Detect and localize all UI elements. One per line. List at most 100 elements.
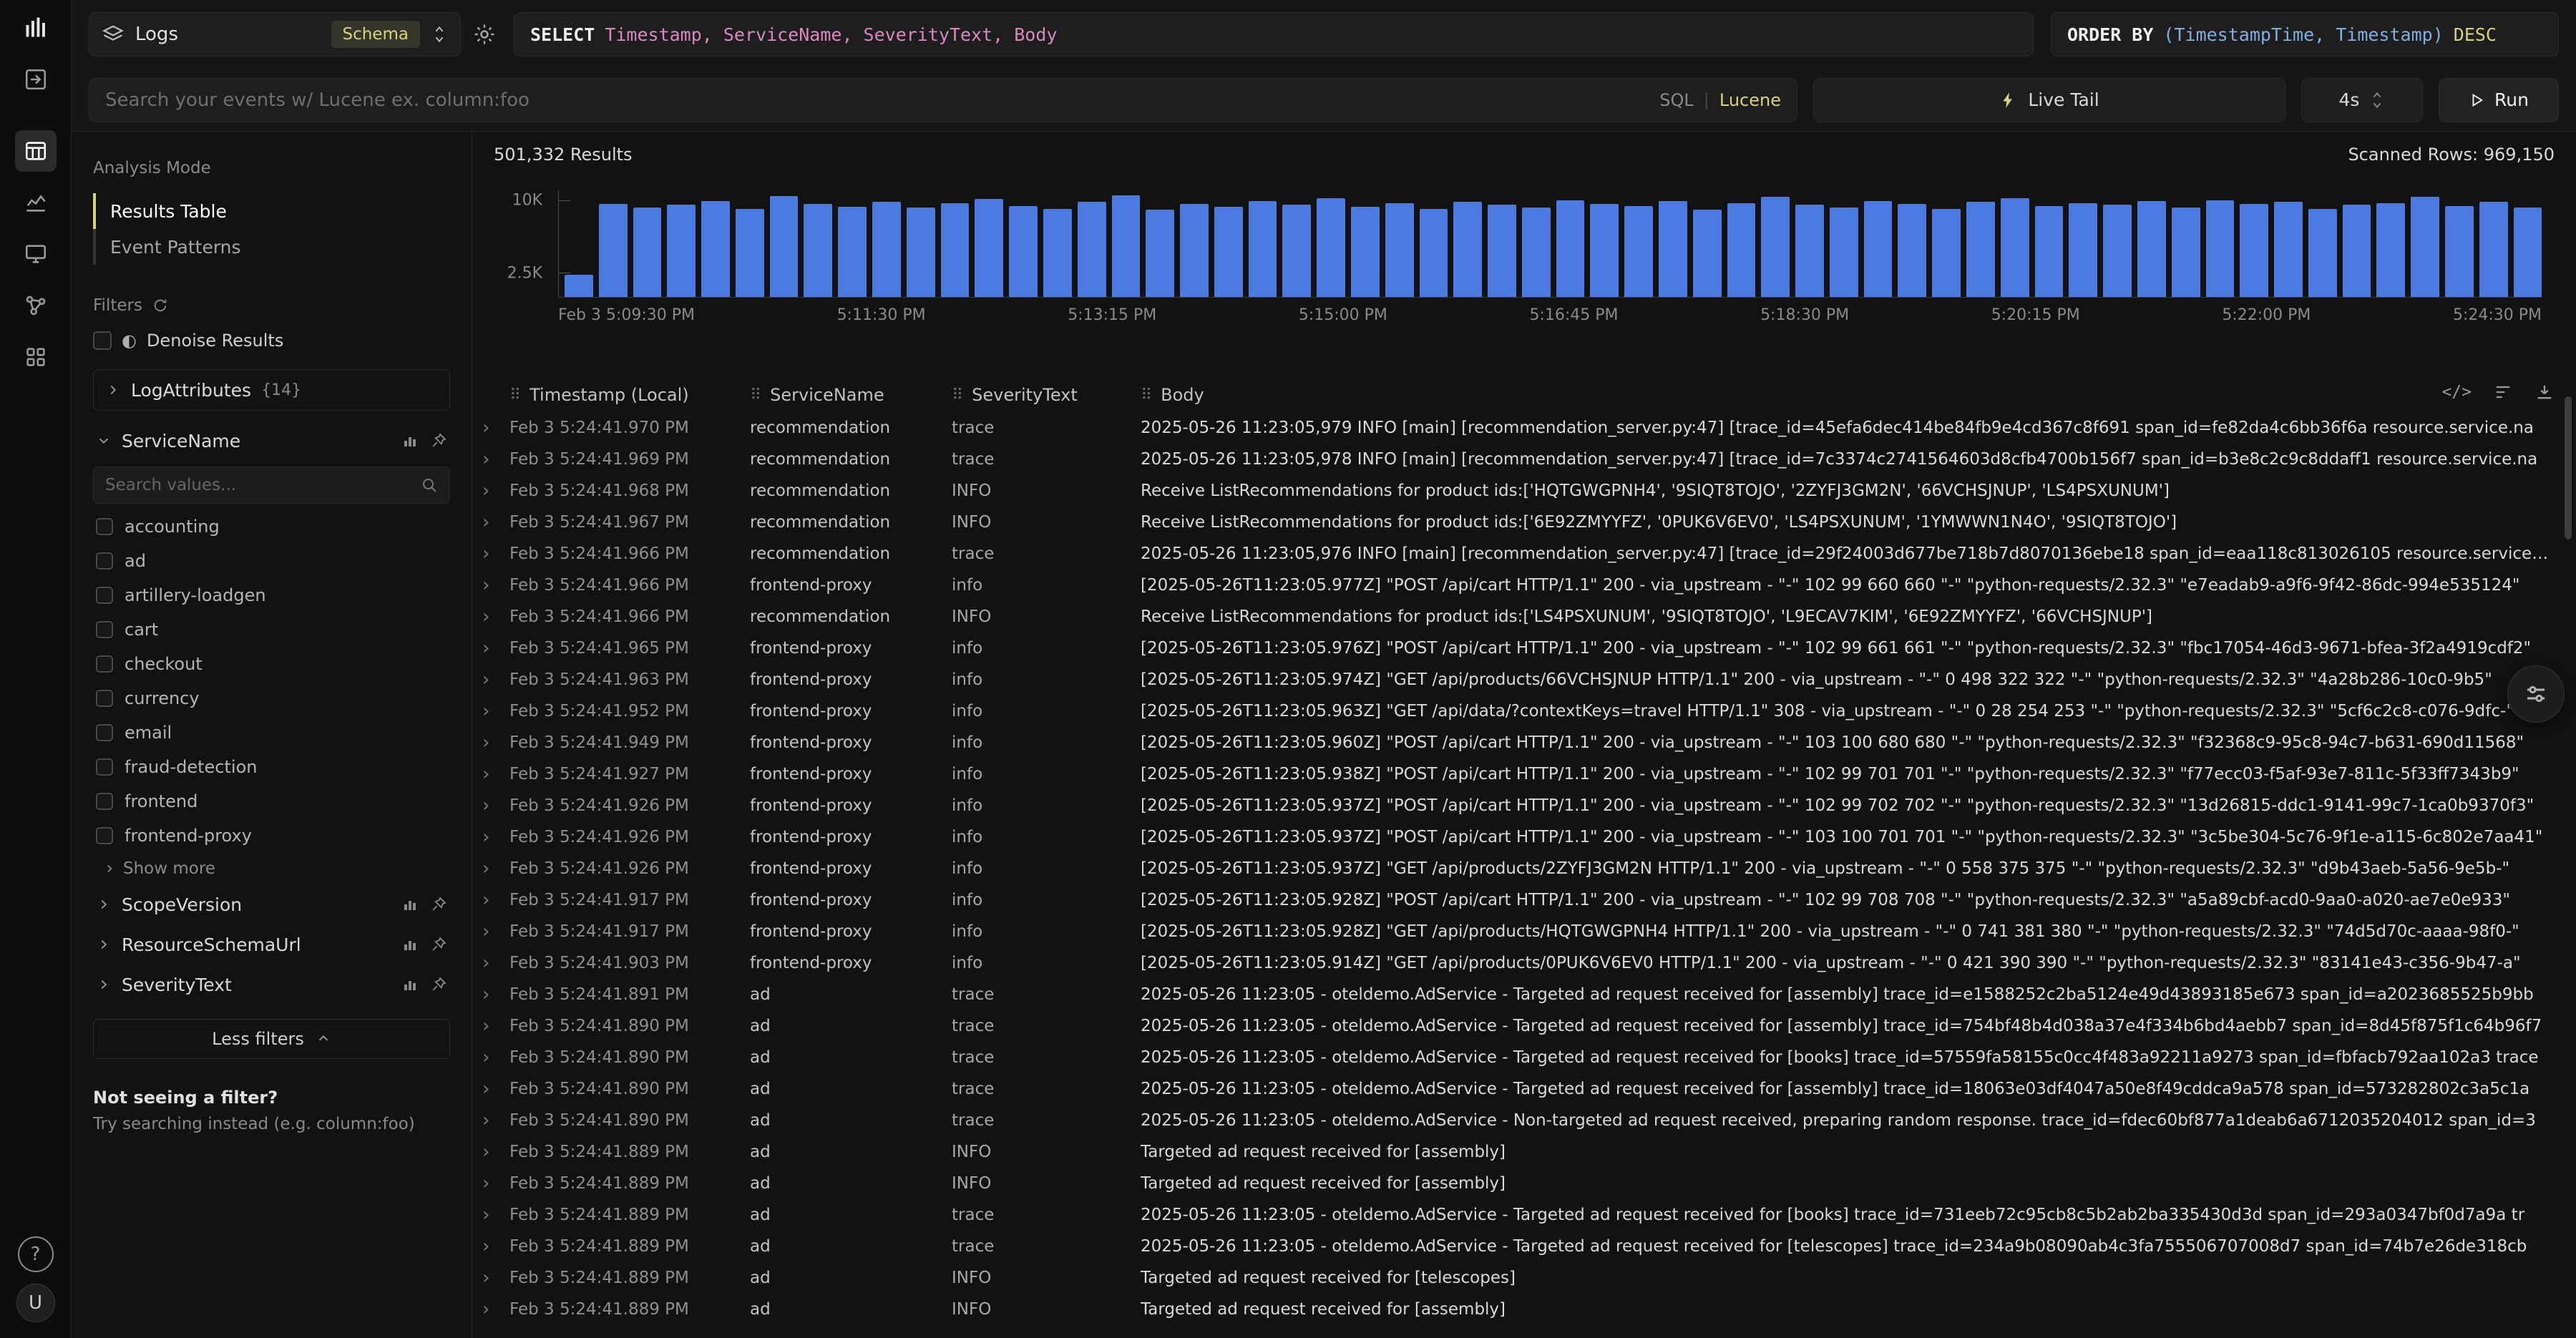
live-tail-button[interactable]: Live Tail (1813, 78, 2285, 122)
refresh-icon[interactable] (152, 298, 168, 313)
column-header-timestamp[interactable]: ⠿ Timestamp (Local) (509, 385, 750, 405)
log-row[interactable]: ›Feb 3 5:24:41.903 PMfrontend-proxyinfo[… (472, 947, 2576, 979)
histogram-bar[interactable] (1522, 207, 1551, 297)
row-expand-chevron[interactable]: › (472, 922, 509, 941)
value-checkbox[interactable] (96, 655, 113, 673)
mode-event-patterns[interactable]: Event Patterns (93, 229, 450, 265)
filter-group-logattributes[interactable]: LogAttributes {14} (93, 369, 450, 411)
drag-handle-icon[interactable]: ⠿ (1141, 386, 1152, 404)
log-row[interactable]: ›Feb 3 5:24:41.927 PMfrontend-proxyinfo[… (472, 758, 2576, 790)
histogram-bar[interactable] (1830, 207, 1858, 297)
denoise-results-toggle[interactable]: ◐ Denoise Results (93, 331, 450, 351)
filter-value-row[interactable]: ad (93, 544, 450, 578)
filter-value-row[interactable]: cart (93, 612, 450, 647)
histogram-bar[interactable] (1385, 203, 1414, 297)
row-expand-chevron[interactable]: › (472, 513, 509, 532)
row-expand-chevron[interactable]: › (472, 607, 509, 626)
refresh-interval-select[interactable]: 4s (2301, 78, 2423, 122)
value-checkbox[interactable] (96, 758, 113, 776)
histogram-bar[interactable] (2137, 201, 2166, 297)
histogram-bar[interactable] (1180, 204, 1209, 297)
log-row[interactable]: ›Feb 3 5:24:41.966 PMrecommendationINFOR… (472, 601, 2576, 633)
log-row[interactable]: ›Feb 3 5:24:41.891 PMadtrace2025-05-26 1… (472, 979, 2576, 1010)
histogram-bar[interactable] (2069, 203, 2097, 297)
filter-group-severitytext[interactable]: SeverityText (93, 965, 450, 1005)
download-icon[interactable] (2534, 382, 2555, 402)
service-map-icon[interactable] (15, 285, 57, 326)
mode-sql[interactable]: SQL (1659, 90, 1694, 110)
event-search-box[interactable]: SQL | Lucene (89, 78, 1797, 122)
sql-select-display[interactable]: SELECT Timestamp, ServiceName, SeverityT… (514, 12, 2034, 57)
histogram-bar[interactable] (2172, 207, 2200, 297)
drag-handle-icon[interactable]: ⠿ (952, 386, 963, 404)
row-expand-chevron[interactable]: › (472, 670, 509, 689)
log-row[interactable]: ›Feb 3 5:24:41.889 PMadINFOTargeted ad r… (472, 1294, 2576, 1325)
drag-handle-icon[interactable]: ⠿ (509, 386, 521, 404)
row-expand-chevron[interactable]: › (472, 891, 509, 909)
histogram-bar[interactable] (2343, 205, 2371, 297)
value-checkbox[interactable] (96, 793, 113, 810)
filter-value-row[interactable]: email (93, 716, 450, 750)
row-expand-chevron[interactable]: › (472, 576, 509, 595)
histogram-bar[interactable] (1693, 210, 1722, 297)
row-expand-chevron[interactable]: › (472, 828, 509, 846)
histogram-bar[interactable] (565, 275, 593, 297)
row-expand-chevron[interactable]: › (472, 765, 509, 783)
filter-value-row[interactable]: fraud-detection (93, 750, 450, 784)
show-more-button[interactable]: Show more (93, 853, 450, 884)
histogram-bar[interactable] (1214, 207, 1243, 297)
apps-grid-icon[interactable] (15, 336, 57, 378)
histogram-bar[interactable] (1112, 195, 1141, 297)
row-expand-chevron[interactable]: › (472, 639, 509, 658)
row-expand-chevron[interactable]: › (472, 1206, 509, 1224)
histogram-bar[interactable] (2240, 204, 2268, 297)
histogram-bar[interactable] (1727, 203, 1756, 297)
row-expand-chevron[interactable]: › (472, 1048, 509, 1067)
histogram-bar[interactable] (2206, 200, 2235, 297)
histogram-bar[interactable] (941, 203, 970, 297)
user-avatar[interactable]: U (16, 1284, 55, 1322)
histogram-bar[interactable] (1659, 201, 1687, 297)
pin-icon[interactable] (430, 896, 447, 913)
row-expand-chevron[interactable]: › (472, 733, 509, 752)
denoise-checkbox[interactable] (93, 331, 112, 350)
histogram-bar[interactable] (1966, 202, 1995, 297)
histogram-bar[interactable] (1317, 198, 1345, 297)
histogram-bar[interactable] (2479, 202, 2508, 297)
settings-gear-button[interactable] (472, 22, 497, 47)
histogram-bar[interactable] (1146, 210, 1174, 297)
histogram-bar[interactable] (1864, 201, 1893, 297)
filter-group-scopeversion[interactable]: ScopeVersion (93, 884, 450, 924)
histogram-bar[interactable] (1590, 204, 1619, 297)
histogram-bar[interactable] (1624, 206, 1653, 297)
panel-arrow-icon[interactable] (15, 59, 57, 100)
histogram-bar[interactable] (633, 207, 662, 297)
row-expand-chevron[interactable]: › (472, 545, 509, 563)
log-row[interactable]: ›Feb 3 5:24:41.965 PMfrontend-proxyinfo[… (472, 633, 2576, 664)
log-row[interactable]: ›Feb 3 5:24:41.890 PMadtrace2025-05-26 1… (472, 1105, 2576, 1136)
histogram-bar[interactable] (2376, 203, 2405, 297)
source-select[interactable]: Logs Schema (89, 12, 461, 57)
histogram-bar[interactable] (1453, 202, 1482, 297)
column-header-servicename[interactable]: ⠿ ServiceName (750, 385, 952, 405)
row-expand-chevron[interactable]: › (472, 1174, 509, 1193)
histogram-bar[interactable] (701, 201, 730, 297)
histogram-bar[interactable] (907, 207, 935, 297)
search-input[interactable] (105, 89, 1659, 111)
histogram-bar[interactable] (804, 204, 832, 297)
histogram-bar[interactable] (1282, 205, 1311, 297)
histogram-bar[interactable] (838, 207, 867, 297)
log-row[interactable]: ›Feb 3 5:24:41.926 PMfrontend-proxyinfo[… (472, 853, 2576, 884)
mini-bar-chart-icon[interactable] (401, 936, 419, 953)
search-values-input[interactable] (105, 476, 421, 494)
log-row[interactable]: ›Feb 3 5:24:41.970 PMrecommendationtrace… (472, 412, 2576, 444)
histogram-bar[interactable] (1932, 209, 1961, 297)
mode-lucene[interactable]: Lucene (1719, 90, 1781, 110)
pin-icon[interactable] (430, 936, 447, 953)
histogram-bar[interactable] (1420, 209, 1448, 297)
app-logo-icon[interactable] (23, 14, 49, 40)
filter-value-row[interactable]: checkout (93, 647, 450, 681)
row-expand-chevron[interactable]: › (472, 859, 509, 878)
log-row[interactable]: ›Feb 3 5:24:41.889 PMadINFOTargeted ad r… (472, 1168, 2576, 1199)
histogram-bar[interactable] (2514, 207, 2542, 297)
